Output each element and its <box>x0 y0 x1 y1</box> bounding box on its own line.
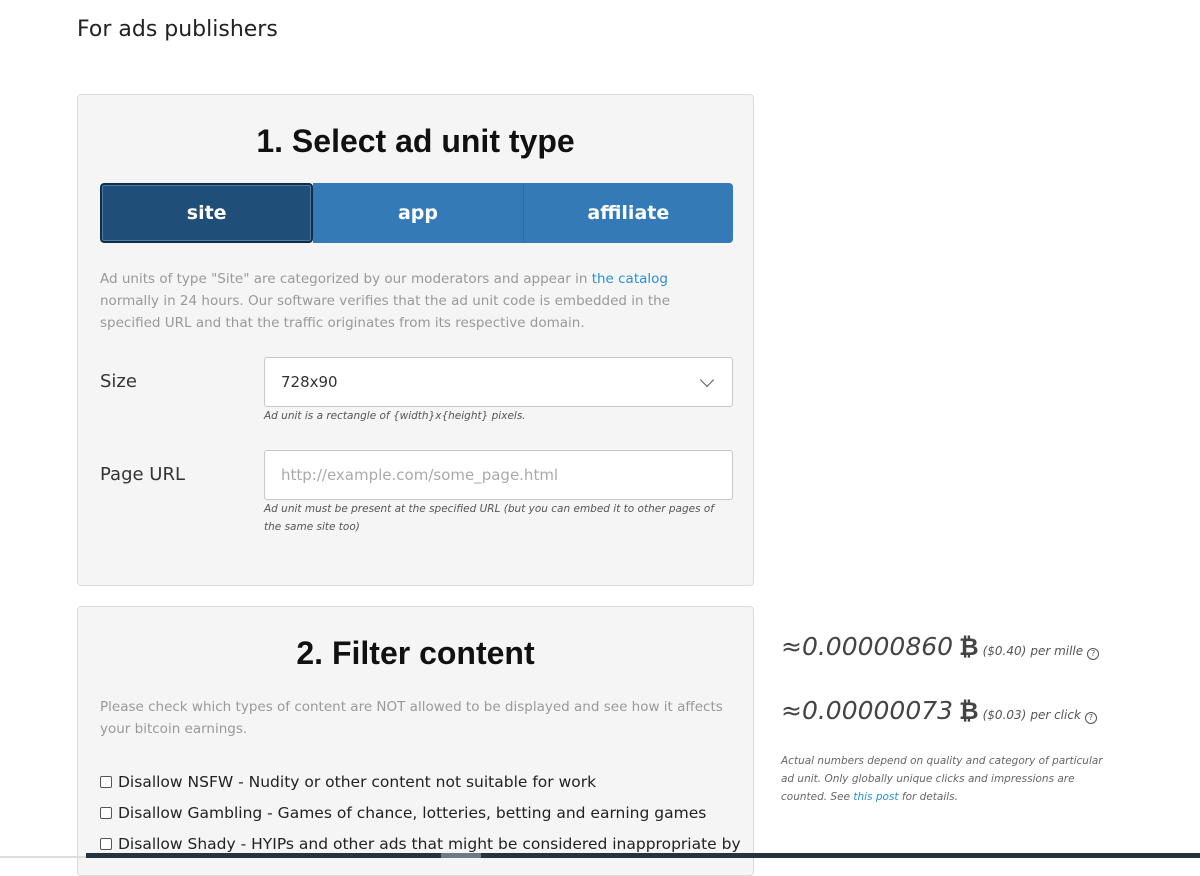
mille-amount: ≈0.00000860 <box>781 632 954 661</box>
page-url-input[interactable] <box>264 450 733 500</box>
type-app-button[interactable]: app <box>313 183 524 243</box>
ad-unit-type-description: Ad units of type "Site" are categorized … <box>100 271 671 331</box>
section-2-title: 2. Filter content <box>296 635 535 671</box>
size-select-value: 728x90 <box>281 373 338 391</box>
horizontal-scrollbar[interactable] <box>86 853 1200 858</box>
disallow-nsfw-option[interactable]: Disallow NSFW - Nudity or other content … <box>100 773 596 791</box>
mille-usd: ($0.40) <box>982 644 1027 658</box>
filter-content-description: Please check which types of content are … <box>100 699 723 737</box>
disallow-shady-checkbox[interactable] <box>100 838 112 850</box>
page-heading: For ads publishers <box>77 17 278 42</box>
question-circle-icon[interactable]: ? <box>1084 711 1097 724</box>
disallow-gambling-option[interactable]: Disallow Gambling - Games of chance, lot… <box>100 804 706 822</box>
earnings-per-mille: ≈0.00000860 ₿ ($0.40) per mille ? <box>781 632 1100 662</box>
ad-unit-type-panel: 1. Select ad unit type site app affiliat… <box>77 94 754 586</box>
click-unit: per click <box>1030 708 1081 722</box>
click-amount: ≈0.00000073 <box>781 696 954 725</box>
disallow-gambling-label: Disallow Gambling - Games of chance, lot… <box>118 804 707 822</box>
question-circle-icon[interactable]: ? <box>1087 647 1100 660</box>
chevron-down-icon <box>699 372 715 387</box>
disallow-shady-option[interactable]: Disallow Shady - HYIPs and other ads tha… <box>100 835 741 853</box>
mille-unit: per mille <box>1030 644 1084 658</box>
disallow-gambling-checkbox[interactable] <box>100 807 112 819</box>
page-url-help-text: Ad unit must be present at the specified… <box>264 503 715 533</box>
size-select[interactable]: 728x90 <box>264 357 733 407</box>
bitcoin-icon: ₿ <box>959 697 979 725</box>
bitcoin-icon: ₿ <box>959 633 979 661</box>
this-post-link[interactable]: this post <box>853 791 898 803</box>
disallow-nsfw-checkbox[interactable] <box>100 776 112 788</box>
click-usd: ($0.03) <box>982 708 1027 722</box>
section-1-title: 1. Select ad unit type <box>256 123 575 159</box>
earnings-note: Actual numbers depend on quality and cat… <box>781 755 1103 803</box>
earnings-per-click: ≈0.00000073 ₿ ($0.03) per click ? <box>781 696 1097 726</box>
type-site-button[interactable]: site <box>100 183 314 243</box>
size-label: Size <box>100 371 137 392</box>
ad-unit-type-selector: site app affiliate <box>100 183 733 243</box>
scrollbar-thumb[interactable] <box>441 853 481 858</box>
type-affiliate-button[interactable]: affiliate <box>523 183 733 243</box>
page-url-label: Page URL <box>100 464 186 485</box>
size-help-text: Ad unit is a rectangle of {width}x{heigh… <box>264 410 526 422</box>
catalog-link[interactable]: the catalog <box>592 271 668 287</box>
filter-content-panel: 2. Filter content Please check which typ… <box>77 606 754 876</box>
disallow-shady-label: Disallow Shady - HYIPs and other ads tha… <box>118 835 741 853</box>
disallow-nsfw-label: Disallow NSFW - Nudity or other content … <box>118 773 597 791</box>
